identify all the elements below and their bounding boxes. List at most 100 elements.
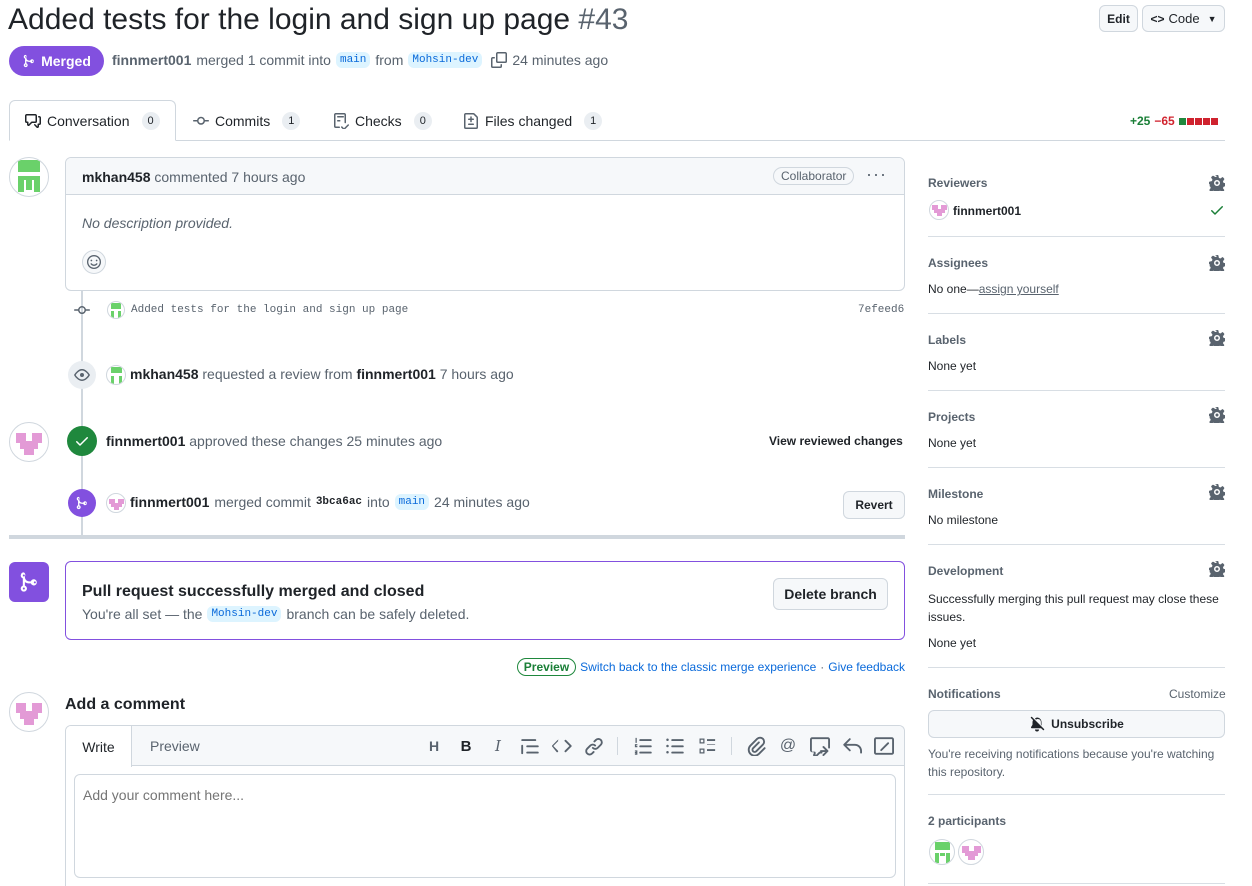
view-reviewed-changes-link[interactable]: View reviewed changes [769, 434, 903, 448]
diffstat-additions: +25 [1130, 114, 1151, 128]
reference-icon[interactable] [810, 736, 830, 756]
projects-title: Projects [928, 410, 976, 424]
attach-icon[interactable] [747, 736, 767, 756]
add-reaction-button[interactable] [82, 250, 106, 274]
commit-sha-link[interactable]: 7efeed6 [858, 304, 904, 316]
fullscreen-icon[interactable] [874, 736, 894, 756]
merge-commit-sha[interactable]: 3bca6ac [316, 496, 362, 508]
copy-icon[interactable] [491, 52, 508, 68]
review-request-node [68, 361, 96, 389]
merge-actor[interactable]: finnmert001 [130, 494, 209, 510]
tab-checks[interactable]: Checks 0 [333, 100, 432, 141]
link-icon[interactable] [584, 736, 604, 756]
heading-icon[interactable]: H [424, 736, 444, 756]
unsubscribe-button[interactable]: Unsubscribe [928, 710, 1225, 738]
base-branch[interactable]: main [335, 52, 371, 68]
sidebar-divider [928, 794, 1225, 795]
edit-button[interactable]: Edit [1099, 5, 1138, 32]
smiley-icon [87, 255, 101, 269]
toolbar-divider [731, 737, 732, 755]
sidebar-divider [928, 236, 1225, 237]
head-branch[interactable]: Mohsin-dev [408, 52, 483, 68]
comment-meta: commented 7 hours ago [154, 169, 306, 185]
pr-author-link[interactable]: finnmert001 [112, 52, 191, 68]
comment-author-link[interactable]: mkhan458 [82, 169, 150, 185]
pr-time: 24 minutes ago [512, 52, 609, 68]
reviewers-gear-icon[interactable] [1209, 175, 1225, 191]
tab-files-changed-count: 1 [584, 111, 603, 130]
numbered-list-icon[interactable] [633, 736, 653, 756]
assignees-title: Assignees [928, 256, 989, 270]
sidebar-divider [928, 667, 1225, 668]
tab-files-changed[interactable]: Files changed 1 [463, 100, 603, 141]
task-list-icon[interactable] [697, 736, 717, 756]
preview-bar: Preview Switch back to the classic merge… [516, 658, 905, 676]
current-user-avatar[interactable] [9, 692, 49, 732]
quote-icon[interactable] [520, 736, 540, 756]
milestone-gear-icon[interactable] [1209, 484, 1225, 500]
participant-avatar-mkhan458[interactable] [929, 839, 955, 865]
merge-icon [76, 496, 87, 510]
tab-conversation-count: 0 [141, 111, 160, 130]
mention-icon[interactable]: @ [778, 736, 798, 756]
assignees-gear-icon[interactable] [1209, 255, 1225, 271]
reviewer-name[interactable]: finnmert001 [953, 204, 1021, 218]
merge-actor-avatar[interactable] [106, 493, 126, 513]
development-gear-icon[interactable] [1209, 561, 1225, 577]
development-title: Development [928, 564, 1004, 578]
pr-meta: finnmert001 merged 1 commit into main fr… [112, 52, 608, 68]
italic-icon[interactable]: I [488, 736, 508, 756]
state-badge: Merged [9, 46, 104, 76]
approval-actor[interactable]: finnmert001 [106, 433, 185, 449]
switch-classic-link[interactable]: Switch back to the classic merge experie… [580, 660, 816, 674]
milestone-value: No milestone [928, 513, 999, 527]
tab-checks-label: Checks [355, 112, 402, 129]
state-label: Merged [41, 53, 91, 69]
from-text: from [375, 52, 404, 68]
labels-value: None yet [928, 359, 977, 373]
eye-icon [74, 369, 90, 381]
bold-icon[interactable]: B [456, 736, 476, 756]
write-tab[interactable]: Write [66, 726, 132, 767]
delete-branch-button[interactable]: Delete branch [773, 578, 888, 610]
reply-icon[interactable] [842, 736, 862, 756]
review-request-target[interactable]: finnmert001 [356, 366, 435, 382]
development-desc: Successfully merging this pull request m… [928, 592, 1219, 624]
avatar-finnmert001[interactable] [9, 422, 49, 462]
comment-textarea[interactable] [74, 774, 896, 878]
revert-button[interactable]: Revert [843, 491, 905, 519]
unsubscribe-label: Unsubscribe [1051, 717, 1124, 731]
collaborator-badge: Collaborator [773, 167, 855, 185]
participant-avatar-finnmert001[interactable] [958, 839, 984, 865]
commit-node-icon [74, 306, 90, 315]
comment-options-icon[interactable]: ··· [866, 164, 887, 185]
code-button[interactable]: <> Code ▼ [1142, 5, 1225, 32]
review-request-avatar[interactable] [106, 365, 126, 385]
review-approved-check-icon [1211, 206, 1223, 215]
preview-badge: Preview [516, 658, 577, 676]
merged-text: merged 1 commit into [196, 52, 331, 68]
tab-commits[interactable]: Commits 1 [193, 100, 301, 141]
give-feedback-link[interactable]: Give feedback [828, 660, 905, 674]
code-icon[interactable] [552, 736, 572, 756]
avatar-mkhan458[interactable] [9, 157, 49, 197]
tab-conversation[interactable]: Conversation 0 [9, 100, 176, 141]
commit-icon [193, 116, 209, 125]
labels-gear-icon[interactable] [1209, 330, 1225, 346]
assign-yourself-link[interactable]: assign yourself [979, 282, 1059, 296]
commit-avatar[interactable] [107, 301, 125, 319]
review-request-actor[interactable]: mkhan458 [130, 366, 198, 382]
commit-message-link[interactable]: Added tests for the login and sign up pa… [131, 304, 408, 316]
merged-desc-post: branch can be safely deleted. [286, 606, 470, 622]
customize-link[interactable]: Customize [1169, 687, 1226, 701]
reviewer-avatar[interactable] [929, 200, 949, 220]
merged-desc-pre: You're all set — the [82, 606, 203, 622]
preview-tab[interactable]: Preview [150, 738, 200, 754]
bulleted-list-icon[interactable] [665, 736, 685, 756]
labels-title: Labels [928, 333, 967, 347]
projects-gear-icon[interactable] [1209, 407, 1225, 423]
page-title: Added tests for the login and sign up pa… [8, 3, 571, 36]
merged-desc-branch[interactable]: Mohsin-dev [207, 606, 282, 622]
merge-branch[interactable]: main [394, 494, 430, 510]
assignees-value: No one—assign yourself [928, 282, 1059, 296]
